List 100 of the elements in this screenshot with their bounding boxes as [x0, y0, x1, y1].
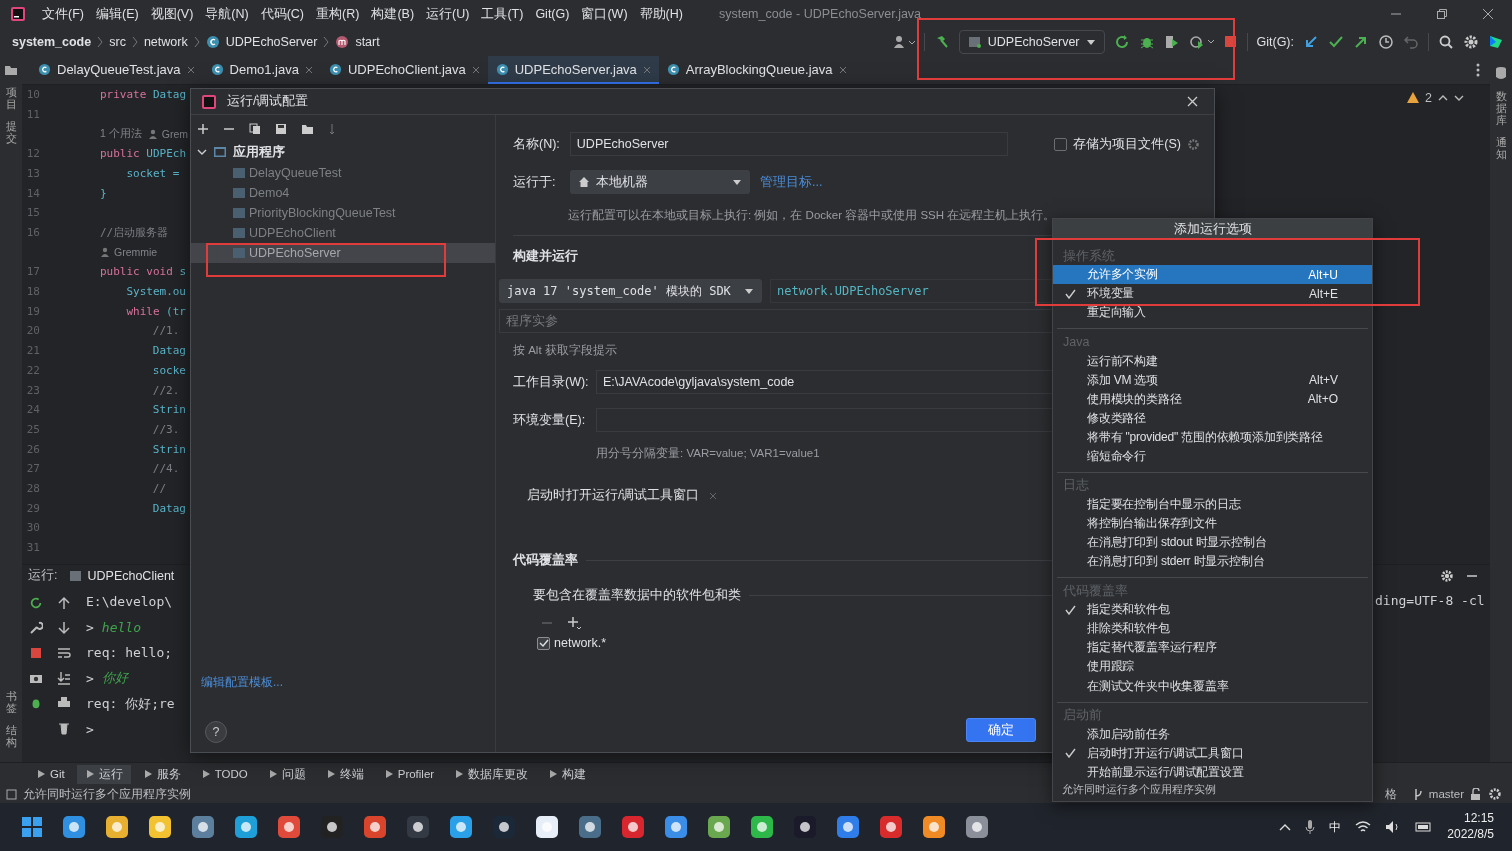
gear-icon[interactable] — [1187, 137, 1200, 151]
editor-tab[interactable]: DelayQueueTest.java — [30, 56, 203, 84]
menu-item[interactable]: 使用跟踪 — [1053, 657, 1372, 677]
menu-item[interactable]: 文件(F) — [36, 5, 90, 23]
run-target-dropdown[interactable]: 本地机器 — [570, 170, 750, 194]
menu-item[interactable]: 将控制台输出保存到文件 — [1053, 514, 1372, 534]
menu-item[interactable]: 工具(T) — [475, 5, 530, 23]
branch-name[interactable]: master — [1428, 788, 1464, 800]
author-hint[interactable]: Grem — [161, 128, 188, 141]
branch-icon[interactable] — [1412, 787, 1423, 801]
app-icon[interactable] — [62, 815, 86, 839]
menu-item[interactable]: 重构(R) — [310, 5, 366, 23]
name-field[interactable]: UDPEchoServer — [569, 132, 1009, 156]
trash-icon[interactable] — [57, 721, 71, 736]
menu-item[interactable]: 将带有 "provided" 范围的依赖项添加到类路径 — [1053, 427, 1372, 447]
app-icon[interactable] — [621, 815, 645, 839]
menu-item[interactable]: 指定替代覆盖率运行程序 — [1053, 638, 1372, 658]
tree-item[interactable]: UDPEchoClient — [191, 223, 495, 243]
breadcrumb-item[interactable]: system_code — [12, 35, 92, 49]
coverage-icon[interactable] — [1163, 34, 1180, 50]
search-icon[interactable] — [1438, 34, 1454, 50]
app-icon[interactable] — [148, 815, 172, 839]
tool-window-tab[interactable]: 运行 — [76, 764, 131, 784]
menu-item[interactable]: 在消息打印到 stderr 时显示控制台 — [1053, 552, 1372, 572]
side-tab[interactable]: 结构 — [5, 723, 17, 748]
option-tag[interactable]: 启动时打开运行/调试工具窗口 — [527, 487, 700, 504]
app-icon[interactable] — [793, 815, 817, 839]
help-button[interactable]: ? — [205, 721, 227, 743]
menu-item[interactable]: Git(G) — [529, 7, 576, 21]
checkmark-icon[interactable] — [1328, 34, 1344, 50]
wrap-icon[interactable] — [57, 646, 71, 661]
side-tab[interactable]: 提交 — [5, 120, 17, 145]
app-icon[interactable] — [750, 815, 774, 839]
menu-item[interactable]: 导航(N) — [199, 5, 255, 23]
menu-item[interactable]: 排除类和软件包 — [1053, 619, 1372, 639]
menu-item[interactable]: 指定类和软件包 — [1053, 600, 1372, 620]
arrow-up-icon[interactable] — [57, 596, 71, 611]
microphone-icon[interactable] — [1305, 819, 1316, 835]
tool-window-tab[interactable]: 问题 — [259, 764, 314, 784]
app-icon[interactable] — [578, 815, 602, 839]
menu-item[interactable]: 允许多个实例 Alt+U — [1053, 265, 1372, 285]
breadcrumb-item[interactable]: network — [143, 35, 188, 49]
more-icon[interactable] — [1476, 62, 1480, 77]
clock-icon[interactable] — [1378, 34, 1394, 50]
database-icon[interactable] — [1495, 66, 1507, 80]
scroll-end-icon[interactable] — [57, 671, 71, 686]
tool-window-tab[interactable]: 数据库更改 — [446, 764, 537, 784]
menu-item[interactable]: 在消息打印到 stdout 时显示控制台 — [1053, 533, 1372, 553]
app-icon[interactable] — [320, 815, 344, 839]
app-icon[interactable] — [191, 815, 215, 839]
chevron-down-icon[interactable] — [1454, 93, 1464, 102]
tree-item[interactable]: UDPEchoServer — [191, 243, 495, 263]
run-tab[interactable]: UDPEchoClient — [69, 568, 175, 583]
breadcrumb-item[interactable]: src — [109, 35, 126, 49]
battery-icon[interactable] — [1415, 821, 1434, 833]
tree-item[interactable]: PriorityBlockingQueueTest — [191, 203, 495, 223]
checkbox[interactable] — [537, 636, 550, 650]
tool-window-tab[interactable]: Profiler — [375, 766, 443, 782]
menu-item[interactable]: 在测试文件夹中收集覆盖率 — [1053, 676, 1372, 696]
square-icon[interactable] — [6, 788, 17, 800]
ok-button[interactable]: 确定 — [966, 718, 1036, 742]
app-icon[interactable] — [449, 815, 473, 839]
copy-icon[interactable] — [249, 123, 261, 135]
start-icon[interactable] — [21, 816, 43, 838]
editor-tab[interactable]: Demo1.java — [202, 56, 321, 84]
folder-plus-icon[interactable] — [301, 123, 315, 135]
run-config-dropdown[interactable]: UDPEchoServer — [958, 30, 1105, 54]
usage-hint[interactable]: 1 个用法 — [100, 127, 142, 142]
menu-item[interactable]: 窗口(W) — [575, 5, 634, 23]
app-icon[interactable] — [664, 815, 688, 839]
chevron-up-icon[interactable] — [1438, 93, 1448, 102]
tree-item[interactable]: 应用程序 — [233, 143, 285, 161]
app-icon[interactable] — [922, 815, 946, 839]
menu-item[interactable]: 运行前不构建 — [1053, 351, 1372, 371]
clock-date[interactable]: 2022/8/5 — [1447, 827, 1494, 843]
settings-icon[interactable] — [1440, 568, 1454, 583]
warning-count[interactable]: 2 — [1425, 90, 1432, 105]
tool-window-tab[interactable]: Git — [28, 766, 73, 782]
wrench-icon[interactable] — [29, 621, 43, 636]
editor-tab[interactable]: UDPEchoServer.java — [487, 56, 659, 84]
app-icon[interactable] — [234, 815, 258, 839]
app-icon[interactable] — [836, 815, 860, 839]
rerun-icon[interactable] — [29, 596, 43, 611]
warning-icon[interactable] — [1407, 92, 1420, 104]
manage-targets-link[interactable]: 管理目标... — [760, 173, 823, 191]
close-icon[interactable] — [1482, 8, 1494, 20]
app-icon[interactable] — [965, 815, 989, 839]
checkbox-label[interactable]: 存储为项目文件(S) — [1073, 135, 1181, 153]
checkbox[interactable] — [1054, 137, 1068, 151]
editor-tab[interactable]: ArrayBlockingQueue.java — [658, 56, 855, 84]
menu-item[interactable]: 指定要在控制台中显示的日志 — [1053, 495, 1372, 515]
menu-item[interactable]: 添加启动前任务 — [1053, 724, 1372, 744]
side-tab[interactable]: 数据库 — [1495, 90, 1507, 127]
menu-item[interactable]: 修改类路径 — [1053, 408, 1372, 428]
tree-item[interactable]: DelayQueueTest — [191, 163, 495, 183]
plus-icon[interactable] — [567, 616, 581, 630]
chevron-up-icon[interactable] — [1279, 823, 1292, 831]
tool-window-tab[interactable]: 终端 — [317, 764, 372, 784]
input-method[interactable]: 中 — [1329, 818, 1342, 836]
app-icon[interactable] — [492, 815, 516, 839]
